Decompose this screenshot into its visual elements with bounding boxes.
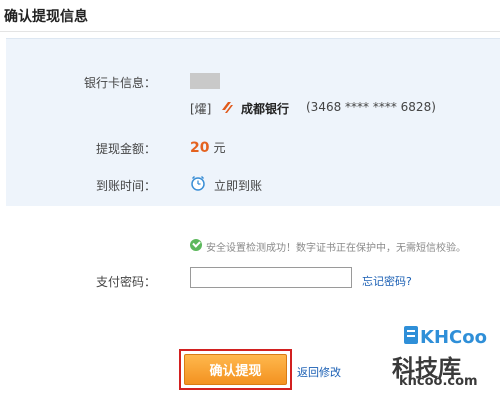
clock-icon <box>191 175 205 191</box>
masked-account-name <box>190 73 220 89</box>
bank-logo-icon <box>222 102 233 113</box>
amount-unit: 元 <box>213 141 226 155</box>
khcoo-logo-icon: KHCoo <box>404 326 487 348</box>
back-to-edit-link[interactable]: 返回修改 <box>297 364 341 380</box>
page-title: 确认提现信息 <box>4 9 88 25</box>
payment-password-input[interactable] <box>190 267 352 288</box>
amount-label: 提现金额： <box>95 142 156 156</box>
svg-text:KHCoo: KHCoo <box>420 327 487 348</box>
password-label: 支付密码： <box>95 275 156 289</box>
bank-card-number: (3468 **** **** 6828) <box>306 100 436 114</box>
security-status-message: 安全设置检测成功！数字证书正在保护中，无需短信校验。 <box>206 243 466 254</box>
forgot-password-link[interactable]: 忘记密码? <box>362 273 412 289</box>
arrival-value: 立即到账 <box>214 179 263 193</box>
confirm-withdraw-button[interactable]: 确认提现 <box>184 354 287 385</box>
amount-display: 20 元 <box>190 139 226 156</box>
amount-value: 20 <box>190 140 210 156</box>
watermark-url: khcoo.com <box>399 374 478 389</box>
bank-tag: [㸌] <box>190 102 212 116</box>
page-header: 确认提现信息 <box>0 0 500 32</box>
bank-name: 成都银行 <box>241 102 290 116</box>
bank-info-label: 银行卡信息： <box>83 76 156 90</box>
check-circle-icon <box>190 239 202 251</box>
arrival-label: 到账时间： <box>95 179 156 193</box>
